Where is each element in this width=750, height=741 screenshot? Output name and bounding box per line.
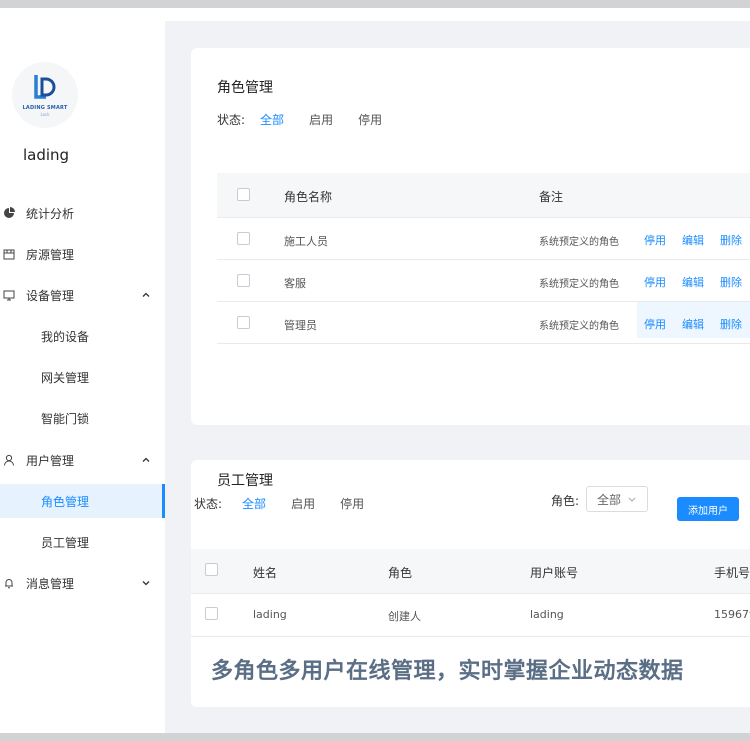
role-note: 系统预定义的角色 <box>539 279 619 290</box>
sidebar-item-label: 智能门锁 <box>41 411 90 426</box>
select-all-checkbox[interactable] <box>205 563 218 576</box>
delete-link[interactable]: 删除 <box>720 232 742 248</box>
role-select-label: 角色: <box>551 494 580 508</box>
header-strip <box>165 8 750 21</box>
sidebar-item-label: 房源管理 <box>26 247 75 262</box>
disable-link[interactable]: 停用 <box>644 316 666 332</box>
disable-link[interactable]: 停用 <box>644 274 666 290</box>
sidebar: LADING SMART Lock lading 统计分析 房源管理 设备管理 … <box>0 8 165 733</box>
column-header: 角色名称 <box>284 190 333 204</box>
filter-option-all[interactable]: 全部 <box>242 495 266 512</box>
role-select[interactable]: 全部 <box>586 486 648 512</box>
filter-option-enabled[interactable]: 启用 <box>309 111 333 128</box>
role-name: 客服 <box>284 277 306 290</box>
bell-icon <box>3 577 15 589</box>
role-note: 系统预定义的角色 <box>539 321 619 332</box>
logo-mark-icon <box>34 75 56 99</box>
sidebar-item-label: 统计分析 <box>26 206 75 221</box>
sidebar-item-roles[interactable]: 角色管理 <box>0 484 165 518</box>
sidebar-item-label: 员工管理 <box>41 535 90 550</box>
sidebar-item-properties[interactable]: 房源管理 <box>0 237 165 271</box>
chevron-down-icon <box>142 581 150 586</box>
row-checkbox[interactable] <box>237 274 250 287</box>
edit-link[interactable]: 编辑 <box>682 274 704 290</box>
brand-name: lading <box>23 146 70 164</box>
staff-phone: 159679 <box>714 608 750 621</box>
edit-link[interactable]: 编辑 <box>682 232 704 248</box>
roles-status-filter: 状态: 全部 启用 停用 <box>217 111 407 128</box>
sidebar-item-messages[interactable]: 消息管理 <box>0 566 165 600</box>
column-header: 角色 <box>388 566 413 580</box>
sidebar-item-my-devices[interactable]: 我的设备 <box>0 319 165 353</box>
sidebar-item-users[interactable]: 用户管理 <box>0 443 165 477</box>
monitor-icon <box>3 289 15 301</box>
column-header: 备注 <box>539 190 564 204</box>
sidebar-item-gateways[interactable]: 网关管理 <box>0 360 165 394</box>
user-icon <box>3 454 15 466</box>
staff-title: 员工管理 <box>217 473 273 489</box>
pie-chart-icon <box>3 207 15 219</box>
add-user-button[interactable]: 添加用户 <box>677 497 739 521</box>
app-frame: LADING SMART Lock lading 统计分析 房源管理 设备管理 … <box>0 8 750 733</box>
logo: LADING SMART Lock <box>12 62 78 128</box>
row-checkbox[interactable] <box>237 232 250 245</box>
filter-option-disabled[interactable]: 停用 <box>340 495 364 512</box>
staff-role: 创建人 <box>388 610 421 623</box>
sidebar-item-statistics[interactable]: 统计分析 <box>0 196 165 230</box>
staff-name: lading <box>253 608 287 621</box>
select-all-checkbox[interactable] <box>237 188 250 201</box>
delete-link[interactable]: 删除 <box>720 274 742 290</box>
sidebar-item-label: 消息管理 <box>26 576 75 591</box>
row-checkbox[interactable] <box>205 607 218 620</box>
role-select-value: 全部 <box>597 492 622 507</box>
table-row: 施工人员 系统预定义的角色 停用 编辑 删除 <box>217 218 750 260</box>
status-label: 状态: <box>194 497 223 511</box>
row-checkbox[interactable] <box>237 316 250 329</box>
chevron-up-icon <box>142 457 150 462</box>
roles-card: 角色管理 状态: 全部 启用 停用 角色名称 备注 施工人员 系统预定义的角色 … <box>191 48 750 425</box>
table-row: 管理员 系统预定义的角色 停用 编辑 删除 <box>217 302 750 344</box>
roles-title: 角色管理 <box>217 80 273 96</box>
sidebar-item-smart-locks[interactable]: 智能门锁 <box>0 401 165 435</box>
staff-table-header: 姓名 角色 用户账号 手机号 <box>191 549 750 594</box>
delete-link[interactable]: 删除 <box>720 316 742 332</box>
sidebar-item-label: 角色管理 <box>41 494 90 509</box>
sidebar-item-staff[interactable]: 员工管理 <box>0 525 165 559</box>
staff-status-filter: 状态: 全部 启用 停用 <box>194 495 389 512</box>
table-row: 客服 系统预定义的角色 停用 编辑 删除 <box>217 260 750 302</box>
edit-link[interactable]: 编辑 <box>682 316 704 332</box>
chevron-up-icon <box>142 292 150 297</box>
role-name: 施工人员 <box>284 235 328 248</box>
column-header: 姓名 <box>253 566 278 580</box>
sidebar-item-label: 用户管理 <box>26 453 75 468</box>
column-header: 手机号 <box>714 566 750 580</box>
sidebar-item-label: 网关管理 <box>41 370 90 385</box>
role-note: 系统预定义的角色 <box>539 237 619 248</box>
filter-option-enabled[interactable]: 启用 <box>291 495 315 512</box>
filter-option-all[interactable]: 全部 <box>260 111 284 128</box>
sidebar-item-devices[interactable]: 设备管理 <box>0 278 165 312</box>
filter-option-disabled[interactable]: 停用 <box>358 111 382 128</box>
staff-account: lading <box>530 608 564 621</box>
sidebar-item-label: 设备管理 <box>26 288 75 303</box>
sidebar-item-label: 我的设备 <box>41 329 90 344</box>
logo-text: LADING SMART <box>22 105 68 111</box>
roles-table-header: 角色名称 备注 <box>217 173 750 218</box>
chevron-down-icon <box>628 497 636 502</box>
logo-subtext: Lock <box>40 112 50 117</box>
column-header: 用户账号 <box>530 566 579 580</box>
disable-link[interactable]: 停用 <box>644 232 666 248</box>
status-label: 状态: <box>217 113 246 127</box>
building-icon <box>3 248 15 260</box>
slogan-caption: 多角色多用户在线管理，实时掌握企业动态数据 <box>211 659 684 684</box>
role-name: 管理员 <box>284 319 317 332</box>
table-row: lading 创建人 lading 159679 <box>191 594 750 637</box>
